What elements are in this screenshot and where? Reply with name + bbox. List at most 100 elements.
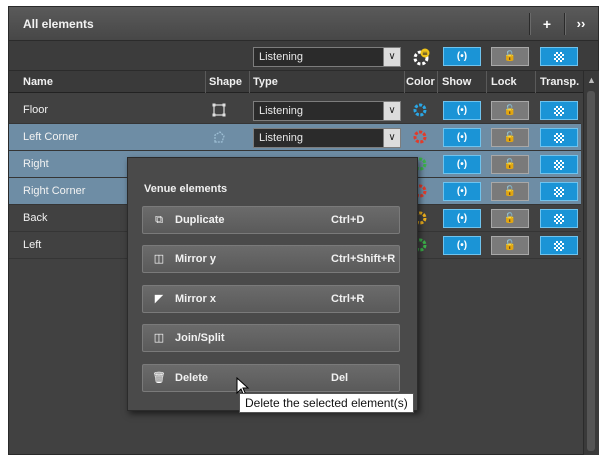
row-type-value: Listening [259, 132, 304, 144]
eye-icon: (•) [456, 159, 468, 170]
lock-toggle[interactable]: 🔓 [491, 209, 529, 228]
lock-icon: 🔓 [503, 105, 517, 116]
color-wheel-icon[interactable]: ≡ [413, 48, 431, 66]
transparency-icon [554, 214, 564, 224]
lock-toggle[interactable]: 🔓 [491, 101, 529, 120]
bulk-type-value: Listening [259, 51, 304, 63]
panel-title: All elements [23, 17, 94, 31]
column-header-color[interactable]: Color [406, 76, 435, 88]
lock-icon: 🔓 [503, 213, 517, 224]
row-name: Floor [23, 104, 49, 116]
context-menu-title: Venue elements [144, 183, 228, 195]
mirror-y-icon: ◫ [153, 253, 165, 265]
column-header-name[interactable]: Name [23, 76, 53, 88]
lock-toggle[interactable]: 🔓 [491, 155, 529, 174]
transparency-toggle[interactable] [540, 236, 578, 255]
transparency-toggle[interactable] [540, 128, 578, 147]
row-type-select[interactable]: Listening ∨ [253, 101, 401, 121]
bulk-toolbar: Listening ∨ ≡ (•) 🔓 [9, 41, 598, 71]
color-swatch-icon[interactable] [413, 103, 427, 117]
chevron-down-icon: ∨ [383, 102, 400, 120]
column-header-lock[interactable]: Lock [491, 76, 517, 88]
table-row[interactable]: Floor Listening ∨ (•) 🔓 [9, 97, 581, 124]
duplicate-icon: ⧉ [155, 214, 163, 226]
bulk-type-select[interactable]: Listening ∨ [253, 47, 401, 67]
lock-toggle[interactable]: 🔓 [491, 128, 529, 147]
panel-header: All elements + ›› [9, 7, 598, 41]
mirror-y-menu-item[interactable]: ◫ Mirror y Ctrl+Shift+R [142, 245, 400, 273]
menu-item-label: Mirror x [175, 293, 216, 305]
table-header: Name Shape Type Color Show Lock Transp. [9, 71, 598, 93]
show-toggle[interactable]: (•) [443, 101, 481, 120]
color-swatch-icon[interactable] [413, 130, 427, 144]
menu-item-label: Mirror y [175, 253, 216, 265]
scrollbar-thumb[interactable] [587, 91, 595, 451]
eye-icon: (•) [456, 132, 468, 143]
join-split-menu-item[interactable]: ◫ Join/Split [142, 324, 400, 352]
column-divider [249, 71, 250, 93]
svg-text:≡: ≡ [422, 50, 428, 58]
header-divider [529, 13, 531, 35]
transparency-icon [554, 133, 564, 143]
transparency-icon [554, 52, 564, 62]
menu-item-shortcut: Ctrl+D [331, 214, 365, 226]
show-toggle[interactable]: (•) [443, 182, 481, 201]
show-toggle[interactable]: (•) [443, 128, 481, 147]
column-divider [404, 71, 405, 93]
chevron-down-icon: ∨ [383, 129, 400, 147]
menu-item-label: Join/Split [175, 332, 225, 344]
bulk-lock-toggle[interactable]: 🔓 [491, 47, 529, 66]
row-type-select[interactable]: Listening ∨ [253, 128, 401, 148]
vertical-scrollbar[interactable]: ▲ [583, 71, 599, 455]
venue-elements-context-menu: Venue elements ⧉ Duplicate Ctrl+D ◫ Mirr… [127, 157, 418, 411]
bulk-show-toggle[interactable]: (•) [443, 47, 481, 66]
show-toggle[interactable]: (•) [443, 209, 481, 228]
eye-icon: (•) [456, 240, 468, 251]
chevron-down-icon: ∨ [383, 48, 400, 66]
row-name: Right [23, 158, 49, 170]
lock-icon: 🔓 [503, 51, 517, 62]
eye-icon: (•) [456, 105, 468, 116]
join-split-icon: ◫ [153, 332, 165, 344]
scroll-up-icon[interactable]: ▲ [587, 75, 596, 85]
lock-toggle[interactable]: 🔓 [491, 182, 529, 201]
transparency-icon [554, 106, 564, 116]
column-header-show[interactable]: Show [442, 76, 471, 88]
add-element-button[interactable]: + [536, 15, 558, 33]
expand-panel-button[interactable]: ›› [570, 15, 592, 33]
lock-toggle[interactable]: 🔓 [491, 236, 529, 255]
row-name: Right Corner [23, 185, 86, 197]
column-header-shape[interactable]: Shape [209, 76, 242, 88]
lock-icon: 🔓 [503, 132, 517, 143]
transparency-toggle[interactable] [540, 182, 578, 201]
menu-item-shortcut: Ctrl+R [331, 293, 365, 305]
show-toggle[interactable]: (•) [443, 236, 481, 255]
table-row[interactable]: Left Corner Listening ∨ (•) 🔓 [9, 124, 581, 151]
duplicate-menu-item[interactable]: ⧉ Duplicate Ctrl+D [142, 206, 400, 234]
mirror-x-icon: ◤ [154, 293, 164, 305]
header-divider [564, 13, 566, 35]
eye-icon: (•) [456, 186, 468, 197]
delete-tooltip: Delete the selected element(s) [239, 393, 414, 413]
transparency-toggle[interactable] [540, 209, 578, 228]
column-divider [437, 71, 438, 93]
polygon-shape-icon [214, 131, 225, 143]
trash-icon: 🗑 [152, 372, 166, 384]
transparency-icon [554, 160, 564, 170]
transparency-toggle[interactable] [540, 155, 578, 174]
menu-item-label: Duplicate [175, 214, 225, 226]
lock-icon: 🔓 [503, 240, 517, 251]
column-divider [486, 71, 487, 93]
row-name: Left Corner [23, 131, 79, 143]
row-name: Back [23, 212, 48, 224]
rectangle-shape-icon [212, 103, 226, 117]
bulk-transparency-toggle[interactable] [540, 47, 578, 66]
show-toggle[interactable]: (•) [443, 155, 481, 174]
row-name: Left [23, 239, 42, 251]
transparency-toggle[interactable] [540, 101, 578, 120]
column-header-type[interactable]: Type [253, 76, 278, 88]
delete-menu-item[interactable]: 🗑 Delete Del [142, 364, 400, 392]
eye-icon: (•) [456, 51, 468, 62]
mirror-x-menu-item[interactable]: ◤ Mirror x Ctrl+R [142, 285, 400, 313]
column-header-transparency[interactable]: Transp. [540, 76, 579, 88]
